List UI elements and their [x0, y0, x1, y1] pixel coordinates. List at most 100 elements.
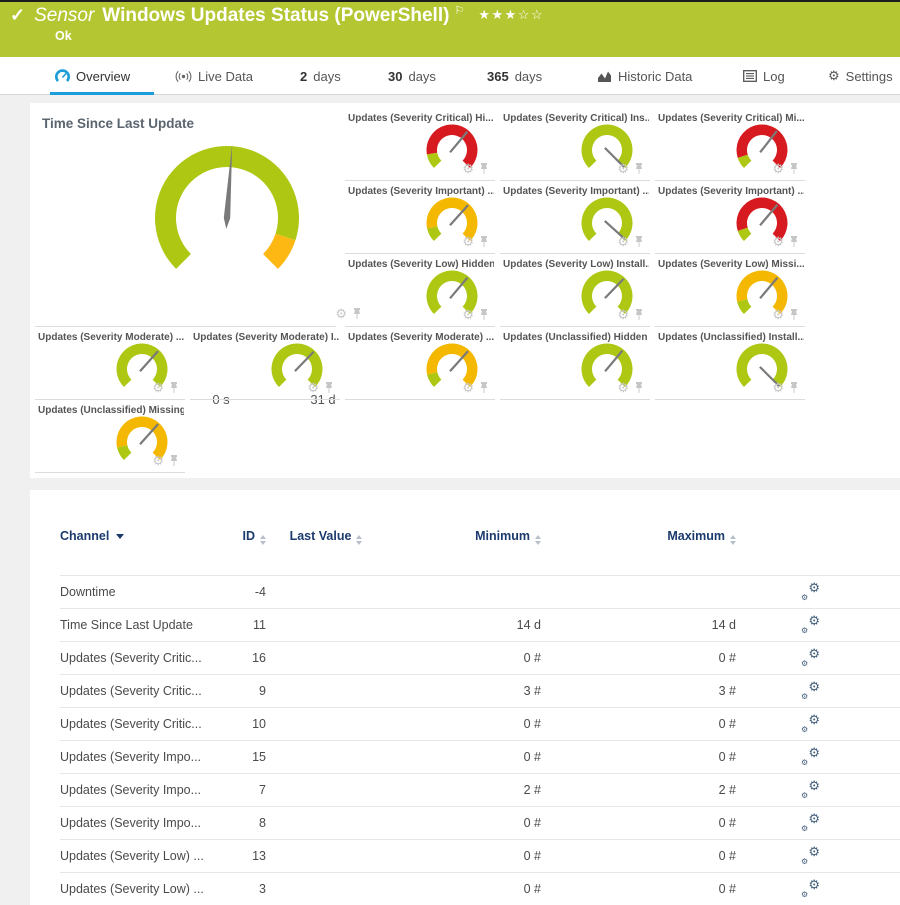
priority-flag-icon[interactable]: ⚐: [454, 4, 464, 17]
gauge-arc-segment: [427, 372, 441, 387]
gauge-pin-icon[interactable]: [634, 381, 644, 394]
gauge-settings-icon[interactable]: ⚙: [462, 381, 474, 394]
rating-stars[interactable]: ★★★☆☆: [478, 7, 544, 23]
tab-30-days-label: days: [408, 69, 435, 84]
table-row: Downtime-4⚙⚙: [60, 575, 900, 608]
minimum-cell: 0 #: [366, 717, 541, 731]
tab-historic-data[interactable]: Historic Data: [597, 57, 692, 95]
gauge-settings-icon[interactable]: ⚙: [617, 308, 629, 321]
gauge-settings-icon[interactable]: ⚙: [462, 162, 474, 175]
gauge-pin-icon[interactable]: [479, 381, 489, 394]
gauge-settings-icon[interactable]: ⚙: [772, 381, 784, 394]
edit-channel-gears-icon[interactable]: ⚙⚙: [802, 747, 820, 765]
edit-channel-gears-icon[interactable]: ⚙⚙: [802, 813, 820, 831]
actions-cell: ⚙⚙: [736, 714, 886, 735]
sort-arrows-icon: [356, 535, 362, 545]
channel-id-cell: 8: [210, 816, 266, 830]
tab-log[interactable]: Log: [743, 57, 785, 95]
edit-channel-gears-icon[interactable]: ⚙⚙: [802, 582, 820, 600]
gauge-settings-icon[interactable]: ⚙: [772, 162, 784, 175]
gauge-settings-icon[interactable]: ⚙: [772, 308, 784, 321]
gauge-pin-icon[interactable]: [479, 308, 489, 321]
gauge-settings-icon[interactable]: ⚙: [617, 381, 629, 394]
minimum-cell: 14 d: [366, 618, 541, 632]
tab-historic-data-label: Historic Data: [618, 69, 692, 84]
gauge-pin-icon[interactable]: [634, 235, 644, 248]
edit-channel-gears-icon[interactable]: ⚙⚙: [802, 714, 820, 732]
status-ok-check-icon: ✓: [10, 5, 25, 26]
gauge-settings-icon[interactable]: ⚙: [462, 235, 474, 248]
tab-settings-label: Settings: [846, 69, 893, 84]
main-gauge: [112, 118, 342, 318]
gauge-settings-icon[interactable]: ⚙: [617, 235, 629, 248]
gauge-pin-icon[interactable]: [169, 454, 179, 467]
gauge-pin-icon[interactable]: [789, 235, 799, 248]
gauge-icon: [55, 69, 70, 83]
sensor-type-label: Sensor: [34, 5, 94, 27]
gauge-tile: Updates (Severity Important) ...⚙: [655, 181, 805, 254]
actions-cell: ⚙⚙: [736, 846, 886, 867]
edit-channel-gears-icon[interactable]: ⚙⚙: [802, 615, 820, 633]
column-header-id[interactable]: ID: [210, 528, 266, 545]
edit-channel-gears-icon[interactable]: ⚙⚙: [802, 780, 820, 798]
table-row: Updates (Severity Critic...160 #0 #⚙⚙: [60, 641, 900, 674]
gauge-settings-icon[interactable]: ⚙: [617, 162, 629, 175]
minimum-cell: 0 #: [366, 651, 541, 665]
tab-live-data[interactable]: Live Data: [175, 57, 253, 95]
gauge-settings-icon[interactable]: ⚙: [462, 308, 474, 321]
edit-channel-gears-icon[interactable]: ⚙⚙: [802, 879, 820, 897]
gauge-pin-icon[interactable]: [789, 162, 799, 175]
maximum-cell: 0 #: [541, 816, 736, 830]
broadcast-icon: [175, 70, 192, 83]
gauge-pin-icon[interactable]: [789, 308, 799, 321]
table-body: Downtime-4⚙⚙Time Since Last Update1114 d…: [60, 575, 900, 905]
minimum-cell: 0 #: [366, 882, 541, 896]
gauge-tile-icons: ⚙: [462, 235, 489, 248]
gauge-tile-icons: ⚙: [617, 308, 644, 321]
gauge-pin-icon[interactable]: [634, 162, 644, 175]
channel-name-cell: Updates (Severity Critic...: [60, 651, 210, 665]
edit-channel-gears-icon[interactable]: ⚙⚙: [802, 648, 820, 666]
active-tab-underline: [50, 92, 154, 95]
channels-table-panel: Channel ID Last Value Minimum Maximum Do…: [30, 490, 900, 905]
edit-channel-gears-icon[interactable]: ⚙⚙: [802, 846, 820, 864]
column-header-minimum[interactable]: Minimum: [366, 528, 541, 545]
gauge-pin-icon[interactable]: [789, 381, 799, 394]
column-header-last-value[interactable]: Last Value: [286, 528, 366, 545]
tab-30-days-number: 30: [388, 69, 402, 84]
gauge-settings-icon[interactable]: ⚙: [152, 454, 164, 467]
tab-365-days[interactable]: 365 days: [487, 57, 542, 95]
gauge-tile: Updates (Severity Low) Missi...⚙: [655, 254, 805, 327]
gauge-tile: Updates (Unclassified) Hidden⚙: [500, 327, 650, 400]
gauge-settings-icon[interactable]: ⚙: [772, 235, 784, 248]
gauge-tile: Updates (Unclassified) Missing⚙: [35, 400, 185, 473]
actions-cell: ⚙⚙: [736, 615, 886, 636]
column-header-channel[interactable]: Channel: [60, 528, 210, 545]
gauge-tile-icons: ⚙: [772, 308, 799, 321]
gauge-pin-icon[interactable]: [479, 162, 489, 175]
tab-overview[interactable]: Overview: [55, 57, 130, 95]
gauge-pin-icon[interactable]: [324, 381, 334, 394]
edit-channel-gears-icon[interactable]: ⚙⚙: [802, 681, 820, 699]
channel-name-cell: Updates (Severity Impo...: [60, 750, 210, 764]
gauge-settings-icon[interactable]: ⚙: [307, 381, 319, 394]
gauge-tile-icons: ⚙: [152, 381, 179, 394]
tab-2-days[interactable]: 2 days: [300, 57, 341, 95]
gauge-settings-icon[interactable]: ⚙: [152, 381, 164, 394]
tab-log-label: Log: [763, 69, 785, 84]
column-header-maximum[interactable]: Maximum: [541, 528, 736, 545]
table-row: Updates (Severity Low) ...130 #0 #⚙⚙: [60, 839, 900, 872]
maximum-cell: 0 #: [541, 750, 736, 764]
table-row: Time Since Last Update1114 d14 d⚙⚙: [60, 608, 900, 641]
gauge-pin-icon[interactable]: [169, 381, 179, 394]
gauge-tile: Updates (Severity Low) Hidden⚙: [345, 254, 495, 327]
gauge-tile-icons: ⚙: [772, 381, 799, 394]
gauge-tile: Updates (Unclassified) Install...⚙: [655, 327, 805, 400]
gauge-pin-icon[interactable]: [479, 235, 489, 248]
tab-30-days[interactable]: 30 days: [388, 57, 436, 95]
gauge-tile-icons: ⚙: [462, 162, 489, 175]
tab-settings[interactable]: ⚙ Settings: [828, 57, 893, 95]
table-row: Updates (Severity Low) ...30 #0 #⚙⚙: [60, 872, 900, 905]
gauge-pin-icon[interactable]: [634, 308, 644, 321]
channel-id-cell: 10: [210, 717, 266, 731]
